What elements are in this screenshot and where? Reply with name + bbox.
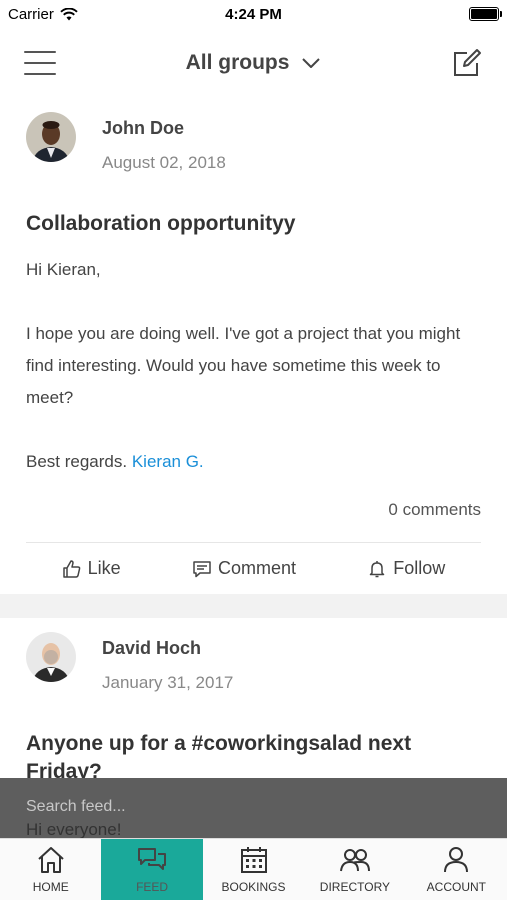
- user-mention-link[interactable]: Kieran G.: [132, 452, 204, 471]
- post-title: Anyone up for a #coworkingsalad next Fri…: [26, 732, 412, 778]
- post-date: January 31, 2017: [102, 673, 234, 692]
- status-bar: Carrier 4:24 PM: [0, 0, 507, 28]
- like-label: Like: [87, 558, 121, 578]
- comments-count[interactable]: 0 comments: [26, 500, 481, 530]
- tab-directory[interactable]: DIRECTORY: [304, 839, 405, 900]
- post-date: August 02, 2018: [102, 153, 226, 172]
- tab-feed[interactable]: FEED: [101, 839, 203, 900]
- calendar-icon: [240, 847, 267, 873]
- feed-icon: [138, 848, 167, 870]
- post-body: Hi Kieran, I hope you are doing well. I'…: [26, 254, 481, 478]
- tab-home-label: HOME: [32, 880, 69, 894]
- tab-directory-label: DIRECTORY: [319, 880, 391, 894]
- post-header: John Doe August 02, 2018: [26, 98, 481, 184]
- battery-icon: [469, 7, 502, 21]
- tab-account-label: ACCOUNT: [426, 880, 486, 894]
- post-signoff-line: Best regards. Kieran G.: [26, 446, 481, 478]
- tab-feed-label: FEED: [136, 880, 169, 894]
- post-author[interactable]: John Doe: [102, 118, 226, 139]
- post-title: Collaboration opportunityy: [26, 212, 296, 235]
- group-selector[interactable]: All groups: [186, 51, 322, 75]
- menu-icon[interactable]: [24, 51, 56, 75]
- avatar[interactable]: [26, 112, 76, 162]
- group-selector-label: All groups: [185, 51, 290, 74]
- post-header: David Hoch January 31, 2017: [26, 618, 481, 704]
- home-icon: [38, 847, 64, 873]
- app-header: All groups: [0, 28, 507, 98]
- carrier-label: Carrier: [8, 5, 54, 23]
- tab-bookings[interactable]: BOOKINGS: [203, 839, 304, 900]
- tab-bar: HOME FEED BOOKINGS DIRECTORY ACCOUNT: [0, 838, 507, 900]
- tab-account[interactable]: ACCOUNT: [406, 839, 507, 900]
- follow-button[interactable]: Follow: [367, 558, 445, 579]
- feed-post[interactable]: John Doe August 02, 2018 Collaboration o…: [0, 98, 507, 594]
- comment-button[interactable]: Comment: [192, 558, 296, 579]
- compose-icon[interactable]: [451, 47, 483, 79]
- carrier-group: Carrier: [8, 6, 78, 23]
- follow-label: Follow: [393, 558, 446, 578]
- post-paragraph: I hope you are doing well. I've got a pr…: [26, 324, 461, 407]
- user-icon: [444, 847, 469, 873]
- avatar[interactable]: [26, 632, 76, 682]
- chevron-down-icon: [302, 58, 321, 68]
- comment-icon: [193, 560, 211, 577]
- post-author[interactable]: David Hoch: [102, 638, 233, 659]
- people-icon: [339, 849, 370, 872]
- post-actions: Like Comment Follow: [26, 542, 481, 594]
- like-button[interactable]: Like: [62, 558, 121, 579]
- comment-label: Comment: [217, 558, 296, 578]
- post-separator: [0, 594, 507, 618]
- feed-post[interactable]: David Hoch January 31, 2017 Anyone up fo…: [0, 618, 507, 778]
- bell-icon: [370, 560, 385, 577]
- post-signoff: Best regards.: [26, 452, 128, 471]
- post-greeting: Hi Kieran,: [26, 260, 101, 279]
- tab-bookings-label: BOOKINGS: [221, 880, 286, 894]
- search-input[interactable]: [26, 798, 481, 816]
- thumbs-up-icon: [62, 559, 80, 578]
- tab-home[interactable]: HOME: [0, 839, 101, 900]
- feed-list[interactable]: John Doe August 02, 2018 Collaboration o…: [0, 98, 507, 778]
- wifi-icon: [60, 7, 78, 20]
- post-preview-text: Hi everyone!: [26, 820, 122, 839]
